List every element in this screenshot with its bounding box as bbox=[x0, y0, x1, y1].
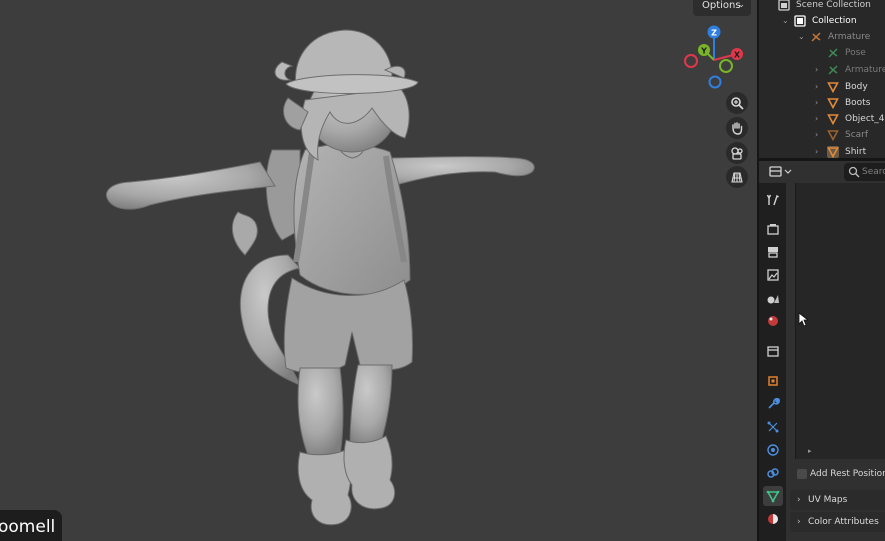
chevron-right-icon[interactable]: › bbox=[815, 95, 818, 111]
outliner-label: Boots bbox=[845, 98, 871, 108]
outliner-row-boots[interactable]: › Boots bbox=[759, 95, 885, 111]
mouse-cursor-icon bbox=[798, 312, 810, 327]
camera-icon[interactable] bbox=[726, 142, 748, 164]
object-icon[interactable] bbox=[763, 371, 783, 391]
add-rest-position-label: Add Rest Position bbox=[810, 469, 885, 479]
output-icon[interactable] bbox=[763, 242, 783, 262]
list-resize-grip-icon[interactable]: ▸ bbox=[808, 447, 812, 455]
armature-data-icon bbox=[828, 65, 838, 75]
mesh-icon bbox=[827, 98, 839, 109]
outliner-label: Scarf bbox=[845, 130, 869, 140]
chevron-right-icon[interactable]: › bbox=[815, 111, 818, 127]
panel-title: Color Attributes bbox=[808, 517, 879, 527]
outliner-label: Shirt bbox=[845, 147, 867, 157]
character-model[interactable] bbox=[0, 0, 757, 541]
outliner-row-scarf[interactable]: › Scarf bbox=[759, 127, 885, 143]
outliner-row-scene-collection[interactable]: Scene Collection bbox=[759, 0, 885, 13]
navigation-gizmo[interactable]: Z Y X bbox=[677, 18, 757, 98]
3d-viewport[interactable]: Options ⌄ Z Y X oomell bbox=[0, 0, 757, 541]
outliner-row-armature-data[interactable]: › Armature bbox=[759, 62, 885, 78]
chevron-right-icon[interactable]: › bbox=[815, 127, 818, 143]
options-label: Options bbox=[702, 0, 741, 11]
chevron-right-icon[interactable]: › bbox=[815, 62, 818, 78]
mesh-icon bbox=[827, 146, 839, 158]
render-icon[interactable] bbox=[763, 219, 783, 239]
outliner-row-armature[interactable]: ⌄ Armature bbox=[759, 29, 885, 45]
outliner-row-object-4[interactable]: › Object_4 bbox=[759, 111, 885, 127]
caption-badge: oomell bbox=[0, 510, 62, 541]
view-layer-icon[interactable] bbox=[763, 265, 783, 285]
data-icon[interactable] bbox=[763, 486, 783, 506]
outliner-label: Armature bbox=[828, 32, 871, 42]
armature-icon bbox=[811, 32, 821, 42]
physics-icon[interactable] bbox=[763, 440, 783, 460]
material-icon[interactable] bbox=[763, 509, 783, 529]
zoom-icon[interactable] bbox=[726, 92, 748, 114]
chevron-right-icon[interactable]: › bbox=[815, 79, 818, 95]
hand-pan-icon[interactable] bbox=[726, 117, 748, 139]
color-attributes-panel-header[interactable]: › Color Attributes bbox=[790, 512, 885, 532]
axis-neg-z-icon[interactable] bbox=[708, 75, 722, 89]
chevron-right-icon[interactable]: › bbox=[815, 144, 818, 158]
modifier-icon[interactable] bbox=[763, 394, 783, 414]
outliner-label: Armature bbox=[845, 65, 885, 75]
mesh-icon bbox=[827, 82, 839, 93]
uv-maps-panel-header[interactable]: › UV Maps bbox=[790, 490, 885, 510]
search-placeholder: Search bbox=[862, 167, 885, 177]
world-icon[interactable] bbox=[763, 311, 783, 331]
properties-content bbox=[786, 183, 885, 541]
axis-neg-y-icon[interactable] bbox=[719, 59, 733, 73]
chevron-down-icon[interactable]: ⌄ bbox=[782, 13, 789, 29]
add-rest-position-checkbox[interactable]: Add Rest Position bbox=[796, 466, 885, 482]
outliner-row-pose[interactable]: Pose bbox=[759, 45, 885, 61]
svg-text:X: X bbox=[734, 51, 741, 60]
chevron-right-icon: › bbox=[797, 495, 801, 505]
chevron-right-icon: › bbox=[797, 517, 801, 527]
caption-text: oomell bbox=[0, 517, 56, 537]
collection-icon bbox=[794, 15, 806, 27]
options-dropdown[interactable]: Options ⌄ bbox=[693, 0, 751, 16]
particles-icon[interactable] bbox=[763, 417, 783, 437]
outliner-label: Scene Collection bbox=[796, 0, 871, 10]
outliner-label: Body bbox=[845, 82, 868, 92]
collection-tab-icon[interactable] bbox=[763, 341, 783, 361]
editor-type-dropdown[interactable] bbox=[767, 163, 793, 181]
svg-text:Z: Z bbox=[711, 29, 717, 38]
constraints-icon[interactable] bbox=[763, 463, 783, 483]
outliner-panel[interactable]: Scene Collection ⌄ Collection ⌄ Armature… bbox=[759, 0, 885, 158]
pose-icon bbox=[828, 48, 838, 58]
mesh-icon bbox=[827, 130, 839, 141]
axis-neg-x-icon[interactable] bbox=[684, 54, 698, 68]
outliner-row-body[interactable]: › Body bbox=[759, 79, 885, 95]
outliner-label: Pose bbox=[845, 48, 866, 58]
outliner-row-collection[interactable]: ⌄ Collection bbox=[759, 13, 885, 29]
outliner-row-shirt[interactable]: › Shirt bbox=[759, 144, 885, 158]
outliner-label: Collection bbox=[812, 16, 857, 26]
scene-collection-icon bbox=[778, 0, 790, 11]
checkbox-icon[interactable] bbox=[797, 469, 807, 479]
tool-icon[interactable] bbox=[763, 190, 783, 210]
panel-title: UV Maps bbox=[808, 495, 848, 505]
properties-tabs bbox=[759, 183, 786, 541]
chevron-down-icon[interactable]: ⌄ bbox=[798, 29, 805, 45]
outliner-label: Object_4 bbox=[845, 114, 885, 124]
chevron-down-icon: ⌄ bbox=[737, 0, 745, 10]
svg-text:Y: Y bbox=[700, 47, 707, 56]
properties-header: Search bbox=[759, 161, 885, 183]
grid-view-icon[interactable] bbox=[726, 166, 748, 188]
mesh-icon bbox=[827, 114, 839, 125]
properties-search-input[interactable]: Search bbox=[844, 163, 885, 181]
scene-icon[interactable] bbox=[763, 288, 783, 308]
search-icon bbox=[848, 166, 860, 178]
